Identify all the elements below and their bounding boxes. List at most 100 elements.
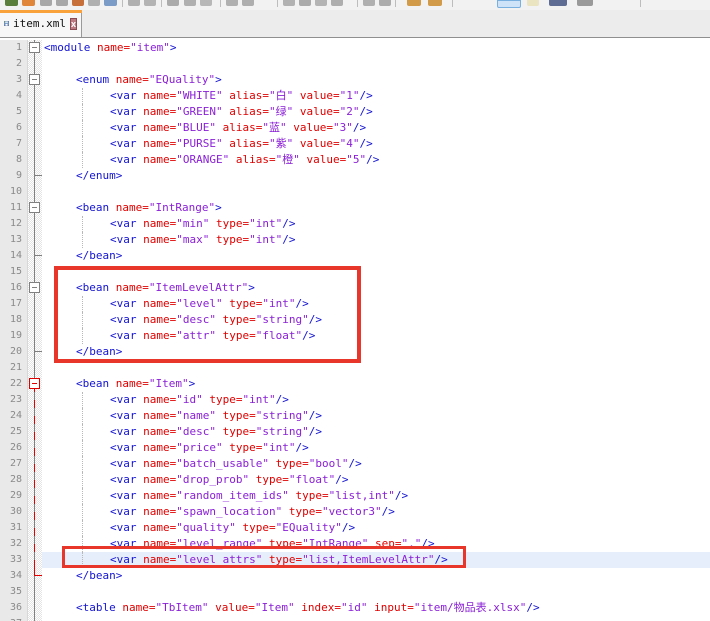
toolbar-button-fragment[interactable] [299,0,311,6]
code-line[interactable]: 18<var name="desc" type="string"/> [0,312,710,328]
toolbar-button-fragment[interactable] [363,0,375,6]
toolbar-button-fragment[interactable] [226,0,238,6]
code-text[interactable] [42,360,710,376]
code-text[interactable]: </bean> [42,344,710,360]
tab-item-xml[interactable]: item.xml x [0,10,82,37]
fold-collapse-icon[interactable] [29,202,40,213]
toolbar-button-fragment[interactable] [549,0,567,6]
toolbar-button-fragment[interactable] [128,0,140,6]
code-text[interactable]: </bean> [42,248,710,264]
code-line[interactable]: 22<bean name="Item"> [0,376,710,392]
code-line[interactable]: 33<var name="level_attrs" type="list,Ite… [0,552,710,568]
code-text[interactable]: <var name="batch_usable" type="bool"/> [42,456,710,472]
code-line[interactable]: 4<var name="WHITE" alias="白" value="1"/> [0,88,710,104]
toolbar-button-fragment[interactable] [407,0,421,6]
code-line[interactable]: 13<var name="max" type="int"/> [0,232,710,248]
toolbar-button-fragment[interactable] [283,0,295,6]
code-text[interactable]: <var name="level_range" type="IntRange" … [42,536,710,552]
code-text[interactable]: <bean name="ItemLevelAttr"> [42,280,710,296]
code-text[interactable]: <var name="desc" type="string"/> [42,424,710,440]
toolbar-button-fragment[interactable] [5,0,18,6]
code-line[interactable]: 25<var name="desc" type="string"/> [0,424,710,440]
code-line[interactable]: 27<var name="batch_usable" type="bool"/> [0,456,710,472]
code-line[interactable]: 36<table name="TbItem" value="Item" inde… [0,600,710,616]
code-line[interactable]: 32<var name="level_range" type="IntRange… [0,536,710,552]
code-text[interactable]: <var name="desc" type="string"/> [42,312,710,328]
toolbar-button-fragment[interactable] [331,0,343,6]
fold-collapse-icon-active[interactable] [29,378,40,389]
code-text[interactable] [42,56,710,72]
fold-collapse-icon[interactable] [29,42,40,53]
code-line[interactable]: 30<var name="spawn_location" type="vecto… [0,504,710,520]
code-text[interactable]: <var name="level_attrs" type="list,ItemL… [42,552,710,568]
code-line[interactable]: 24<var name="name" type="string"/> [0,408,710,424]
code-text[interactable] [42,616,710,621]
code-line[interactable]: 8<var name="ORANGE" alias="橙" value="5"/… [0,152,710,168]
toolbar-button-fragment[interactable] [184,0,196,6]
fold-collapse-icon[interactable] [29,74,40,85]
code-line[interactable]: 26<var name="price" type="int"/> [0,440,710,456]
toolbar-button-fragment[interactable] [428,0,442,6]
code-line[interactable]: 14</bean> [0,248,710,264]
code-line[interactable]: 23<var name="id" type="int"/> [0,392,710,408]
code-text[interactable]: <table name="TbItem" value="Item" index=… [42,600,710,616]
toolbar-button-fragment[interactable] [200,0,212,6]
toolbar-button-fragment[interactable] [40,0,52,6]
code-text[interactable]: <var name="drop_prob" type="float"/> [42,472,710,488]
fold-collapse-icon[interactable] [29,282,40,293]
toolbar-button-fragment[interactable] [167,0,179,6]
toolbar-button-fragment[interactable] [144,0,156,6]
toolbar-button-fragment[interactable] [577,0,593,6]
code-text[interactable]: <var name="max" type="int"/> [42,232,710,248]
code-text[interactable]: <module name="item"> [42,40,710,56]
code-text[interactable]: <var name="ORANGE" alias="橙" value="5"/> [42,152,710,168]
code-line[interactable]: 35 [0,584,710,600]
code-line[interactable]: 9</enum> [0,168,710,184]
code-line[interactable]: 29<var name="random_item_ids" type="list… [0,488,710,504]
code-line[interactable]: 10 [0,184,710,200]
code-line[interactable]: 7<var name="PURSE" alias="紫" value="4"/> [0,136,710,152]
code-line[interactable]: 5<var name="GREEN" alias="绿" value="2"/> [0,104,710,120]
code-line[interactable]: 3<enum name="EQuality"> [0,72,710,88]
code-line[interactable]: 11<bean name="IntRange"> [0,200,710,216]
toolbar-button-fragment[interactable] [497,0,521,8]
tab-close-icon[interactable]: x [70,18,77,30]
code-line[interactable]: 17<var name="level" type="int"/> [0,296,710,312]
code-line[interactable]: 21 [0,360,710,376]
code-line[interactable]: 2 [0,56,710,72]
code-text[interactable]: <var name="quality" type="EQuality"/> [42,520,710,536]
code-line[interactable]: 37 [0,616,710,621]
toolbar-button-fragment[interactable] [22,0,35,6]
toolbar-button-fragment[interactable] [527,0,539,6]
toolbar-button-fragment[interactable] [72,0,84,6]
code-editor[interactable]: 1<module name="item">23<enum name="EQual… [0,39,710,621]
code-text[interactable] [42,264,710,280]
code-line[interactable]: 19<var name="attr" type="float"/> [0,328,710,344]
toolbar-button-fragment[interactable] [242,0,254,6]
toolbar-button-fragment[interactable] [379,0,391,6]
code-text[interactable]: <var name="spawn_location" type="vector3… [42,504,710,520]
code-text[interactable]: <var name="GREEN" alias="绿" value="2"/> [42,104,710,120]
toolbar-button-fragment[interactable] [104,0,117,6]
code-line[interactable]: 31<var name="quality" type="EQuality"/> [0,520,710,536]
code-text[interactable]: <bean name="IntRange"> [42,200,710,216]
code-text[interactable]: <var name="WHITE" alias="白" value="1"/> [42,88,710,104]
code-text[interactable]: <var name="PURSE" alias="紫" value="4"/> [42,136,710,152]
toolbar-button-fragment[interactable] [88,0,100,6]
toolbar-button-fragment[interactable] [315,0,327,6]
code-line[interactable]: 15 [0,264,710,280]
code-text[interactable]: </enum> [42,168,710,184]
code-text[interactable]: <var name="id" type="int"/> [42,392,710,408]
code-text[interactable]: <var name="level" type="int"/> [42,296,710,312]
code-text[interactable]: </bean> [42,568,710,584]
code-line[interactable]: 20</bean> [0,344,710,360]
code-text[interactable]: <enum name="EQuality"> [42,72,710,88]
code-text[interactable]: <var name="min" type="int"/> [42,216,710,232]
code-line[interactable]: 6<var name="BLUE" alias="蓝" value="3"/> [0,120,710,136]
code-line[interactable]: 1<module name="item"> [0,40,710,56]
code-text[interactable] [42,584,710,600]
code-text[interactable]: <var name="name" type="string"/> [42,408,710,424]
code-text[interactable]: <bean name="Item"> [42,376,710,392]
code-line[interactable]: 16<bean name="ItemLevelAttr"> [0,280,710,296]
code-text[interactable]: <var name="random_item_ids" type="list,i… [42,488,710,504]
